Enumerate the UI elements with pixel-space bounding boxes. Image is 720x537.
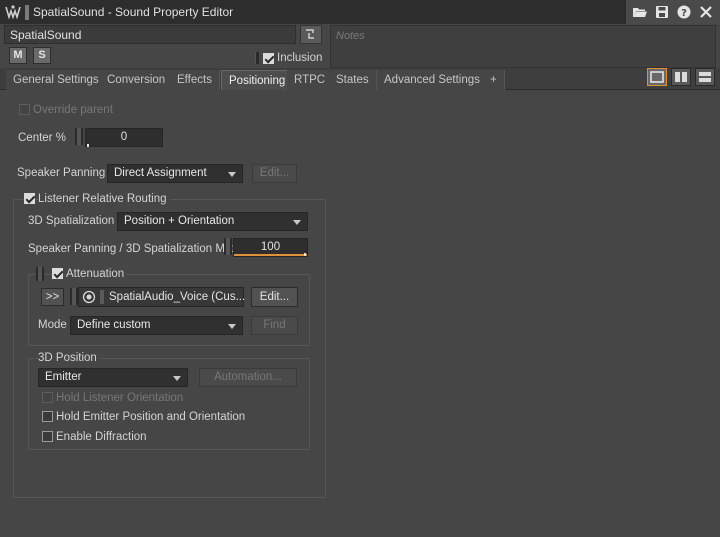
attenuation-shareset-icon xyxy=(82,290,96,304)
save-icon[interactable] xyxy=(654,4,670,20)
mix-label: Speaker Panning / 3D Spatialization Mix xyxy=(28,243,234,255)
tab-states[interactable]: States xyxy=(329,70,377,90)
position3d-label: 3D Position xyxy=(38,352,100,364)
folder-open-icon[interactable] xyxy=(632,4,648,20)
hold-emitter-checkbox[interactable] xyxy=(42,411,53,422)
override-parent-label: Override parent xyxy=(33,104,113,116)
object-name-field[interactable]: SpatialSound xyxy=(4,25,296,44)
notes-field[interactable] xyxy=(330,25,716,68)
speaker-panning-dropdown[interactable]: Direct Assignment xyxy=(107,164,243,183)
center-percent-label: Center % xyxy=(18,132,66,144)
center-percent-field[interactable]: 0 xyxy=(85,128,163,147)
attenuation-mode-label: Mode xyxy=(38,319,67,331)
listener-routing-checkbox[interactable] xyxy=(24,193,35,204)
attenuation-edit-button[interactable]: Edit... xyxy=(251,287,298,307)
help-icon[interactable]: ? xyxy=(676,4,692,20)
center-slider-marker xyxy=(87,144,89,147)
tab-positioning[interactable]: Positioning xyxy=(221,70,294,91)
attenuation-group xyxy=(28,274,310,346)
hold-listener-label: Hold Listener Orientation xyxy=(56,392,184,404)
attenuation-mode-dropdown[interactable]: Define custom xyxy=(70,316,243,335)
layout-columns-icon xyxy=(675,72,687,82)
diffraction-checkbox[interactable] xyxy=(42,431,53,442)
layout-single-icon xyxy=(650,71,664,83)
speaker-panning-label: Speaker Panning xyxy=(17,167,106,179)
mute-button[interactable]: M xyxy=(9,47,27,64)
diffraction-label: Enable Diffraction xyxy=(56,431,147,443)
attenuation-checkbox[interactable] xyxy=(52,268,63,279)
layout-single-button[interactable] xyxy=(647,68,667,86)
position3d-dropdown[interactable]: Emitter xyxy=(38,368,188,387)
layout-rows-icon xyxy=(699,72,711,82)
inclusion-link-handle[interactable] xyxy=(255,52,259,64)
tab-general-settings[interactable]: General Settings xyxy=(6,70,107,90)
layout-rows-button[interactable] xyxy=(695,68,715,86)
title-separator xyxy=(25,5,29,20)
listener-routing-label: Listener Relative Routing xyxy=(38,193,170,205)
override-parent-checkbox[interactable] xyxy=(19,104,30,115)
hold-listener-checkbox[interactable] xyxy=(42,392,53,403)
shareset-separator xyxy=(100,290,104,304)
hierarchy-icon xyxy=(306,29,314,39)
mix-slider-marker xyxy=(304,253,306,256)
layout-columns-button[interactable] xyxy=(671,68,691,86)
attenuation-label: Attenuation xyxy=(66,268,128,280)
tab-conversion[interactable]: Conversion xyxy=(100,70,174,90)
wwise-logo-icon xyxy=(5,4,21,20)
attenuation-find-button[interactable]: Find xyxy=(251,316,298,335)
center-rtpc-handle[interactable] xyxy=(75,128,83,145)
attenuation-link-handle[interactable] xyxy=(36,267,44,281)
notes-placeholder: Notes xyxy=(336,30,365,42)
inclusion-label: Inclusion xyxy=(277,52,323,64)
inclusion-checkbox[interactable] xyxy=(263,53,274,64)
window-title: SpatialSound - Sound Property Editor xyxy=(33,5,234,19)
hierarchy-button[interactable] xyxy=(300,25,322,44)
attenuation-share-handle[interactable] xyxy=(70,288,78,305)
mix-rtpc-handle[interactable] xyxy=(224,238,232,255)
mix-level-bar xyxy=(234,254,307,256)
automation-button[interactable]: Automation... xyxy=(199,368,297,387)
spatialization-label: 3D Spatialization xyxy=(28,215,115,227)
solo-button[interactable]: S xyxy=(33,47,51,64)
tab-add[interactable]: + xyxy=(483,70,505,90)
tab-rtpc[interactable]: RTPC xyxy=(287,70,334,90)
tab-effects[interactable]: Effects xyxy=(170,70,220,90)
spatialization-dropdown[interactable]: Position + Orientation xyxy=(117,212,308,231)
hold-emitter-label: Hold Emitter Position and Orientation xyxy=(56,411,246,423)
attenuation-shareset-name: SpatialAudio_Voice (Cus... xyxy=(109,291,246,303)
speaker-panning-edit-button[interactable]: Edit... xyxy=(252,164,297,183)
tab-advanced-settings[interactable]: Advanced Settings xyxy=(377,70,488,90)
svg-text:?: ? xyxy=(681,8,687,19)
close-icon[interactable] xyxy=(698,4,714,20)
attenuation-expand-button[interactable]: >> xyxy=(41,288,64,306)
